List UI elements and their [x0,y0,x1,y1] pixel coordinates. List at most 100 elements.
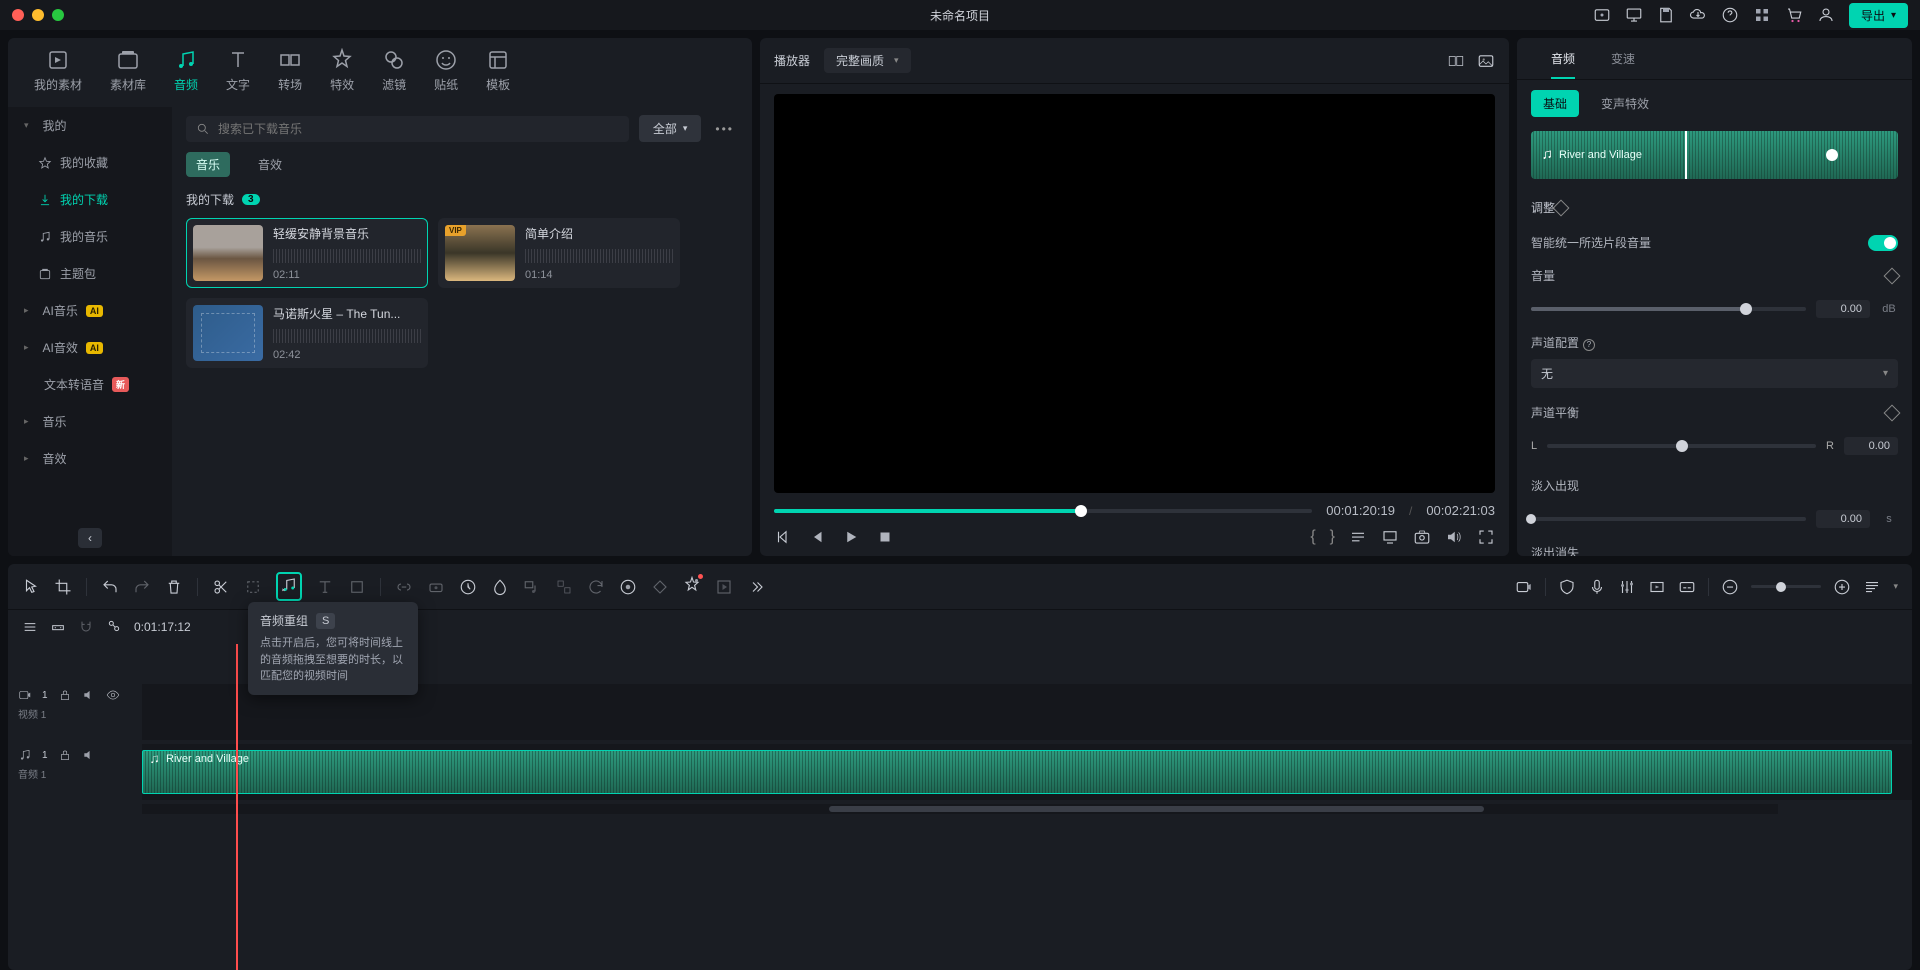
list-icon[interactable] [1349,528,1367,546]
nav-stickers[interactable]: 贴纸 [420,42,472,99]
playhead[interactable] [236,644,238,970]
export-button[interactable]: 导出 [1849,3,1908,28]
adjust-icon[interactable] [427,578,445,596]
render-icon[interactable] [1648,578,1666,596]
audio-track-area[interactable]: River and Village [142,744,1912,800]
mute-icon[interactable] [82,688,96,702]
quality-select[interactable]: 完整画质▾ [824,48,911,73]
mark-in[interactable]: { [1310,528,1315,546]
tab-speed[interactable]: 变速 [1593,38,1653,79]
nav-audio[interactable]: 音频 [160,42,212,99]
trash-icon[interactable] [165,578,183,596]
minimize-window[interactable] [32,9,44,21]
sidebar-downloads[interactable]: 我的下载 [8,181,172,218]
help-icon[interactable] [1721,6,1739,24]
audio-clip[interactable]: River and Village [142,750,1892,794]
mixer-icon[interactable] [1618,578,1636,596]
sidebar-tts[interactable]: 文本转语音新 [8,366,172,403]
nav-templates[interactable]: 模板 [472,42,524,99]
nav-effects[interactable]: 特效 [316,42,368,99]
picture-icon[interactable] [1477,52,1495,70]
media-card[interactable]: 轻缓安静背景音乐 02:11 [186,218,428,288]
volume-slider[interactable] [1531,307,1806,311]
subtab-voicefx[interactable]: 变声特效 [1589,90,1661,117]
sidebar-ai-sfx[interactable]: ▸AI音效AI [8,329,172,366]
ai-tool-icon[interactable] [683,576,701,594]
play-back-icon[interactable] [808,528,826,546]
refresh-icon[interactable] [587,578,605,596]
fullpreview-icon[interactable] [1381,528,1399,546]
magnet-icon[interactable] [78,619,94,635]
link-icon[interactable] [395,578,413,596]
link-tracks-icon[interactable] [106,618,122,634]
subtab-basic[interactable]: 基础 [1531,90,1579,117]
volume-icon[interactable] [1445,528,1463,546]
mic-icon[interactable] [1588,578,1606,596]
nav-text[interactable]: 文字 [212,42,264,99]
redo-icon[interactable] [133,578,151,596]
tab-audio[interactable]: 音频 [1533,38,1593,79]
cart-icon[interactable] [1785,6,1803,24]
nav-my-media[interactable]: 我的素材 [20,42,96,99]
smart-volume-toggle[interactable] [1868,235,1898,251]
sidebar-ai-music[interactable]: ▸AI音乐AI [8,292,172,329]
color-icon[interactable] [491,578,509,596]
fadein-slider[interactable] [1531,517,1806,521]
more-tools-icon[interactable] [747,578,765,596]
cloud-icon[interactable] [1689,6,1707,24]
crop-icon[interactable] [54,578,72,596]
detach-audio-icon[interactable] [523,578,541,596]
clip-waveform[interactable]: River and Village [1531,131,1898,179]
compare-icon[interactable] [1447,52,1465,70]
mute-icon[interactable] [82,748,96,762]
fadein-value[interactable]: 0.00 [1816,510,1870,528]
sidebar-my[interactable]: ▾我的 [8,107,172,144]
nav-stock[interactable]: 素材库 [96,42,160,99]
media-card[interactable]: 马诺斯火星 – The Tun... 02:42 [186,298,428,368]
lock-track-icon[interactable] [50,619,66,635]
group-icon[interactable] [555,578,573,596]
search-input[interactable] [218,122,619,136]
filter-all[interactable]: 全部▾ [639,115,702,142]
snapshot-icon[interactable] [1413,528,1431,546]
crop-tool-icon[interactable] [244,578,262,596]
sidebar-music[interactable]: ▸音乐 [8,403,172,440]
speed-icon[interactable] [459,578,477,596]
grid-icon[interactable] [1753,6,1771,24]
sidebar-themepack[interactable]: 主题包 [8,255,172,292]
monitor-icon[interactable] [1625,6,1643,24]
search-box[interactable] [186,116,629,142]
subtab-sfx[interactable]: 音效 [248,152,292,177]
split-icon[interactable] [212,578,230,596]
close-window[interactable] [12,9,24,21]
record-icon[interactable] [1515,578,1533,596]
audio-stretch-tool[interactable] [276,572,302,601]
media-card[interactable]: 简单介绍 01:14 [438,218,680,288]
eye-icon[interactable] [106,688,120,702]
channel-select[interactable]: 无 [1531,359,1898,388]
lock-icon[interactable] [58,748,72,762]
account-icon[interactable] [1817,6,1835,24]
mark-out[interactable]: } [1330,528,1335,546]
zoom-fit-icon[interactable] [1863,578,1881,596]
text-tool-icon[interactable] [316,578,334,596]
balance-value[interactable]: 0.00 [1844,437,1898,455]
zoom-out-icon[interactable] [1721,578,1739,596]
section-adjust[interactable]: 调整 [1531,189,1898,226]
nav-transition[interactable]: 转场 [264,42,316,99]
maximize-window[interactable] [52,9,64,21]
sidebar-sfx[interactable]: ▸音效 [8,440,172,477]
play-icon[interactable] [842,528,860,546]
wave-playhead[interactable] [1826,149,1838,161]
prev-frame-icon[interactable] [774,528,792,546]
lock-icon[interactable] [58,688,72,702]
shield-icon[interactable] [1558,578,1576,596]
sidebar-mymusic[interactable]: 我的音乐 [8,218,172,255]
tracks-icon[interactable] [22,619,38,635]
volume-value[interactable]: 0.00 [1816,300,1870,318]
sidebar-collapse[interactable]: ‹ [78,528,102,548]
fullscreen-icon[interactable] [1477,528,1495,546]
timeline-scrollbar[interactable] [142,804,1778,814]
progress-bar[interactable] [774,509,1312,513]
marker-icon[interactable] [619,578,637,596]
